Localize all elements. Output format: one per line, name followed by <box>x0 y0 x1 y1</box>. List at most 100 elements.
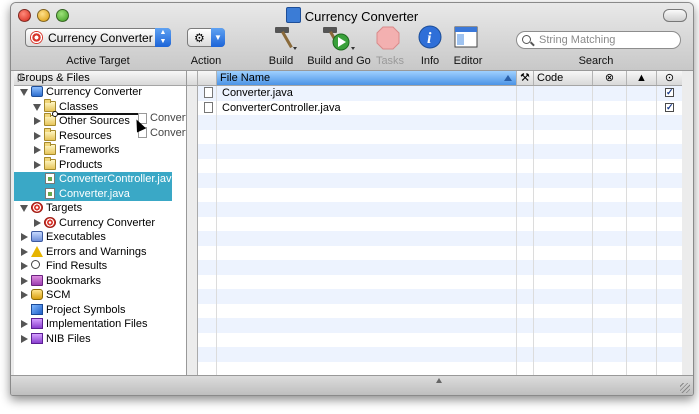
row-stripe <box>198 144 682 159</box>
toolbar-toggle-button[interactable] <box>663 9 687 22</box>
tree-item-classes[interactable]: Classes <box>14 98 172 115</box>
search-icon <box>522 35 531 44</box>
disclosure-closed-icon[interactable] <box>21 233 28 241</box>
info-button[interactable]: i <box>417 25 457 53</box>
tree-item-nib-files[interactable]: NIB Files <box>14 332 172 347</box>
file-row[interactable]: Converter.java ✓ <box>198 86 682 101</box>
column-build[interactable]: ⚒ <box>516 71 533 85</box>
tree-item-errors-warnings[interactable]: Errors and Warnings <box>14 245 172 260</box>
row-stripe <box>198 115 682 130</box>
disclosure-closed-icon[interactable] <box>34 117 41 125</box>
search-field[interactable] <box>516 31 681 49</box>
split-view-divider[interactable] <box>187 71 198 375</box>
file-row[interactable]: ConverterController.java ✓ <box>198 101 682 116</box>
row-stripe <box>198 260 682 275</box>
tasks-button[interactable] <box>373 25 413 53</box>
column-file-name[interactable]: File Name <box>216 71 516 85</box>
window-title: Currency Converter <box>11 7 693 24</box>
tree-item-scm[interactable]: SCM <box>14 288 172 303</box>
disclosure-closed-icon[interactable] <box>21 334 28 343</box>
hammer-icon: ⚒ <box>520 72 530 84</box>
disclosure-open-icon[interactable] <box>20 89 28 96</box>
column-grip-icon[interactable]: |‖ <box>17 72 182 82</box>
tree-item-implementation-files[interactable]: Implementation Files <box>14 317 172 332</box>
disclosure-closed-icon[interactable] <box>21 262 28 270</box>
column-divider <box>656 86 657 375</box>
tree-item-other-sources[interactable]: Other Sources <box>14 113 172 129</box>
tree-item-executables[interactable]: Executables <box>14 230 172 245</box>
folder-icon <box>44 127 56 141</box>
java-file-icon <box>45 187 55 199</box>
row-stripe <box>198 130 682 145</box>
row-stripe <box>198 217 682 232</box>
resize-grip-icon[interactable] <box>680 383 690 393</box>
tree-item-products[interactable]: Products <box>14 156 172 173</box>
stop-sign-icon <box>376 26 400 50</box>
tree-item-find-results[interactable]: Find Results <box>14 259 172 274</box>
sort-ascending-icon <box>504 75 512 81</box>
action-popup[interactable]: ⚙ ▼ <box>187 28 225 47</box>
column-warnings[interactable]: ▲ <box>626 71 656 85</box>
row-stripe <box>198 304 682 319</box>
toolbar: Currency Converter Currency Converter ▲ ▼… <box>11 3 693 71</box>
tasks-label: Tasks <box>375 55 405 67</box>
project-icon <box>31 86 43 97</box>
disclosure-closed-icon[interactable] <box>34 218 41 227</box>
tree-item-converter-controller[interactable]: ConverterController.java <box>14 172 178 187</box>
column-file-type[interactable] <box>198 71 216 85</box>
chevron-down-icon: ▼ <box>211 28 225 47</box>
active-target-popup[interactable]: Currency Converter ▲ ▼ <box>25 28 171 47</box>
column-divider <box>516 86 517 375</box>
java-file-icon <box>45 173 55 184</box>
row-stripe <box>198 275 682 290</box>
sidebar-header: Groups & Files |‖ <box>14 71 186 86</box>
row-stripe <box>198 231 682 246</box>
target-checkbox[interactable]: ✓ <box>665 102 674 112</box>
warning-icon: ▲ <box>636 72 647 84</box>
scm-icon <box>31 289 43 300</box>
column-divider <box>216 86 217 375</box>
disclosure-closed-icon[interactable] <box>21 247 28 256</box>
disclosure-closed-icon[interactable] <box>34 160 41 169</box>
smart-group-icon <box>31 332 43 344</box>
disclosure-closed-icon[interactable] <box>21 291 28 299</box>
tree-item-bookmarks[interactable]: Bookmarks <box>14 274 172 289</box>
folder-icon <box>44 142 56 155</box>
target-membership-icon: ⊙ <box>664 72 675 84</box>
tree-item-targets[interactable]: Targets <box>14 201 172 216</box>
warning-icon <box>31 245 43 257</box>
build-label: Build <box>268 55 294 67</box>
editor-button[interactable] <box>453 25 493 53</box>
tree-item-project[interactable]: Currency Converter <box>14 85 172 100</box>
disclosure-closed-icon[interactable] <box>21 276 28 285</box>
row-stripe <box>198 159 682 174</box>
tree-item-frameworks[interactable]: Frameworks <box>14 142 172 158</box>
search-input[interactable] <box>539 33 674 47</box>
disclosure-open-icon[interactable] <box>33 103 41 111</box>
build-and-go-button[interactable] <box>319 25 359 53</box>
row-stripe <box>198 362 682 376</box>
disclosure-closed-icon[interactable] <box>34 131 41 140</box>
project-window: Currency Converter Currency Converter ▲ ▼… <box>10 2 694 396</box>
tree-item-project-symbols[interactable]: Project Symbols <box>14 303 172 318</box>
active-target-label: Active Target <box>66 55 130 67</box>
gear-icon: ⚙ <box>194 31 205 45</box>
build-and-go-label: Build and Go <box>307 55 371 67</box>
disclosure-closed-icon[interactable] <box>34 146 41 154</box>
disclosure-closed-icon[interactable] <box>21 320 28 328</box>
disclosure-open-icon[interactable] <box>20 205 28 212</box>
column-target[interactable]: ⊙ <box>656 71 682 85</box>
build-button[interactable] <box>261 25 301 53</box>
tree-item-resources[interactable]: Resources <box>14 127 172 144</box>
tree-item-target-currency-converter[interactable]: Currency Converter <box>14 216 172 231</box>
target-checkbox[interactable]: ✓ <box>665 88 674 97</box>
info-icon: i <box>418 25 442 49</box>
project-icon <box>285 7 301 23</box>
column-code[interactable]: Code <box>533 71 592 85</box>
column-errors[interactable]: ⊗ <box>592 71 626 85</box>
tree-item-converter[interactable]: Converter.java <box>14 186 172 201</box>
chevron-up-icon[interactable] <box>436 378 442 383</box>
row-stripe <box>198 333 682 348</box>
smart-group-icon <box>31 318 43 329</box>
file-list: File Name ⚒ Code ⊗ ▲ ⊙ Converter.java ✓ … <box>198 71 682 375</box>
